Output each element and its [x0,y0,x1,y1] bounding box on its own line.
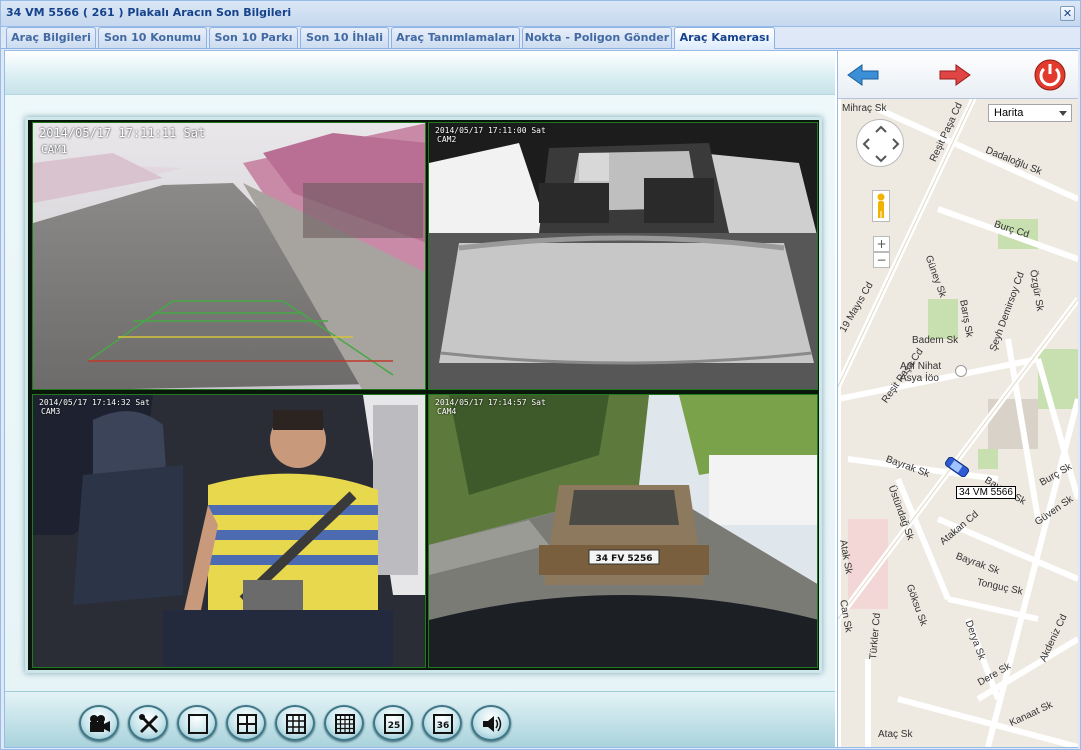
sound-button[interactable] [471,705,511,741]
previous-button[interactable] [844,55,884,95]
camera-2-label: CAM2 [437,135,457,144]
camera-4-timestamp: 2014/05/17 17:14:57 Sat [435,398,546,407]
map-pan-control[interactable] [856,119,904,167]
street-label: Ataç Sk [878,729,913,740]
camera-1-timestamp: 2014/05/17 17:11:11 Sat [39,126,206,140]
street-label: Badem Sk [912,335,959,346]
layout-36-button[interactable]: 36 [422,705,462,741]
poi-label: Arif Nihat Asya İöo [900,361,942,384]
school-icon [955,365,967,377]
tab-nokta-poligon-gonder[interactable]: Nokta - Poligon Gönder [522,27,672,48]
settings-button[interactable] [128,705,168,741]
camera-3-image [33,395,425,667]
zoom-in-button[interactable]: + [873,236,890,252]
map-panel: Harita + − Mihraç Sk Reşit Paşa Cd Dadal… [837,51,1078,747]
camera-view-2[interactable]: 2014/05/17 17:11:00 Sat CAM2 [428,122,818,390]
camera-1-image [33,123,425,389]
tab-arac-tanimlamalari[interactable]: Araç Tanımlamaları [391,27,520,48]
arrow-left-icon [844,64,884,99]
map-type-value: Harita [994,107,1024,119]
tab-bar: Araç Bilgileri Son 10 Konumu Son 10 Park… [1,27,1080,49]
window-titlebar: 34 VM 5566 ( 261 ) Plakalı Aracın Son Bi… [1,1,1080,27]
camera-4-image: 34 FV 5256 [429,395,817,667]
camera-2-image [429,123,817,389]
camera-panel: 2014/05/17 17:11:11 Sat CAM1 2014/05/17 … [5,51,835,747]
camera-3-label: CAM3 [41,407,61,416]
camera-toolbar: 25 36 [5,691,835,747]
layout-25-button[interactable]: 25 [373,705,413,741]
vehicle-info-window: 34 VM 5566 ( 261 ) Plakalı Aracın Son Bi… [0,0,1081,750]
layout-36-label: 36 [437,721,450,731]
layout-1-button[interactable] [177,705,217,741]
window-title: 34 VM 5566 ( 261 ) Plakalı Aracın Son Bi… [6,6,292,19]
next-button[interactable] [934,55,974,95]
arrow-right-icon [934,64,974,99]
camera-4-label: CAM4 [437,407,457,416]
camera-1-label: CAM1 [41,143,68,156]
pan-arrows-icon [857,125,905,172]
camera-view-3[interactable]: 2014/05/17 17:14:32 Sat CAM3 [32,394,426,668]
camera-grid: 2014/05/17 17:11:11 Sat CAM1 2014/05/17 … [25,117,822,673]
layout-9-button[interactable] [275,705,315,741]
record-button[interactable] [79,705,119,741]
street-label: Mihraç Sk [842,103,887,114]
tab-son-10-ihlali[interactable]: Son 10 İhlali [300,27,389,48]
power-button[interactable] [1030,55,1070,95]
layout-16-button[interactable] [324,705,364,741]
camera-view-1[interactable]: 2014/05/17 17:11:11 Sat CAM1 [32,122,426,390]
map-panel-toolbar [838,51,1078,99]
tab-son-10-parki[interactable]: Son 10 Parkı [209,27,298,48]
map-type-select[interactable]: Harita [988,104,1072,122]
tab-arac-kamerasi[interactable]: Araç Kamerası [674,27,775,49]
power-icon [1030,59,1070,99]
camera-view-4[interactable]: 34 FV 5256 2014/05/17 17:14:57 Sat CAM4 [428,394,818,668]
camera-3-timestamp: 2014/05/17 17:14:32 Sat [39,398,150,407]
vehicle-label: 34 VM 5566 [956,486,1016,499]
vehicle-marker-icon[interactable] [942,456,972,481]
zoom-out-button[interactable]: − [873,252,890,268]
camera-panel-header [5,51,835,95]
street-view-pegman-icon[interactable] [872,190,890,222]
close-icon[interactable]: ✕ [1060,6,1075,21]
layout-25-label: 25 [388,721,401,731]
camera-2-timestamp: 2014/05/17 17:11:00 Sat [435,126,546,135]
tab-content: 2014/05/17 17:11:11 Sat CAM1 2014/05/17 … [4,50,1078,748]
tab-arac-bilgileri[interactable]: Araç Bilgileri [6,27,96,48]
chevron-down-icon [1059,111,1067,116]
map-view[interactable]: Harita + − Mihraç Sk Reşit Paşa Cd Dadal… [838,99,1078,747]
tab-son-10-konumu[interactable]: Son 10 Konumu [98,27,207,48]
camera-4-plate: 34 FV 5256 [596,554,653,564]
layout-4-button[interactable] [226,705,266,741]
